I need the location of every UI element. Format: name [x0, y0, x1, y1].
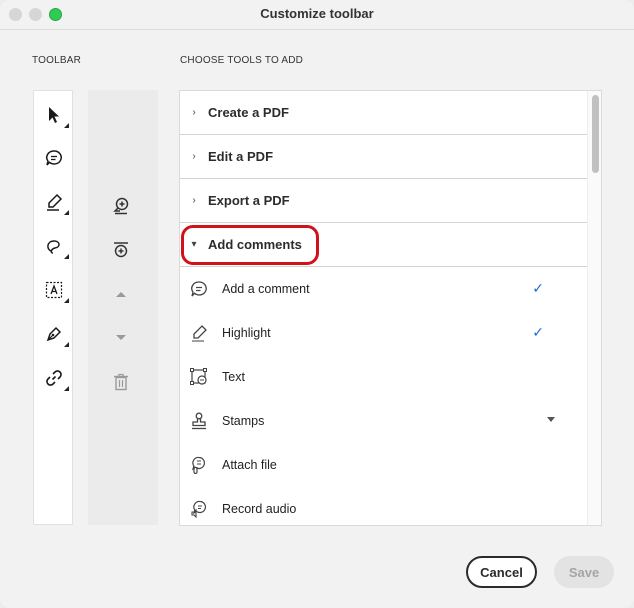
- tool-highlight[interactable]: Highlight ✓: [180, 311, 588, 355]
- vertical-scrollbar[interactable]: [587, 91, 601, 525]
- tool-label: Add a comment: [222, 282, 310, 296]
- draw-loop-icon[interactable]: [43, 235, 69, 259]
- tool-add-comment[interactable]: Add a comment ✓: [180, 267, 588, 311]
- comment-icon[interactable]: [43, 147, 65, 169]
- text-icon: [187, 365, 211, 389]
- category-label: Edit a PDF: [208, 149, 274, 164]
- current-toolbar-list: [33, 90, 73, 525]
- highlight-icon[interactable]: [43, 191, 69, 215]
- scrollbar-thumb[interactable]: [592, 95, 599, 173]
- link-icon[interactable]: [43, 367, 69, 391]
- category-label: Create a PDF: [208, 105, 289, 120]
- stamp-icon: [187, 409, 211, 433]
- select-icon[interactable]: [43, 104, 69, 128]
- attach-file-icon: [187, 453, 211, 477]
- category-label: Export a PDF: [208, 193, 290, 208]
- record-audio-icon: [187, 497, 211, 521]
- category-export-pdf[interactable]: › Export a PDF: [180, 179, 588, 223]
- customize-toolbar-dialog: Customize toolbar TOOLBAR CHOOSE TOOLS T…: [0, 0, 634, 608]
- cancel-button[interactable]: Cancel: [466, 556, 537, 588]
- tool-label: Stamps: [222, 414, 265, 428]
- tool-label: Record audio: [222, 502, 297, 516]
- toolbar-section-label: TOOLBAR: [32, 55, 82, 66]
- delete-icon[interactable]: [109, 370, 133, 394]
- move-up-icon[interactable]: [109, 282, 133, 306]
- dropdown-arrow-icon[interactable]: [547, 417, 555, 422]
- tool-stamps[interactable]: Stamps: [180, 399, 588, 443]
- tool-label: Highlight: [222, 326, 271, 340]
- move-down-icon[interactable]: [109, 326, 133, 350]
- fill-sign-icon[interactable]: [43, 323, 69, 347]
- window-title: Customize toolbar: [260, 6, 374, 21]
- toolbar-actions: [88, 90, 158, 525]
- category-create-pdf[interactable]: › Create a PDF: [180, 91, 588, 135]
- add-separator-icon[interactable]: [109, 238, 133, 262]
- chevron-right-icon: ›: [192, 151, 196, 162]
- highlight-icon: [187, 321, 211, 345]
- category-edit-pdf[interactable]: › Edit a PDF: [180, 135, 588, 179]
- title-bar: Customize toolbar: [0, 0, 634, 30]
- text-box-icon[interactable]: [43, 279, 69, 303]
- tool-label: Attach file: [222, 458, 277, 472]
- tool-record-audio[interactable]: Record audio: [180, 487, 588, 525]
- chevron-right-icon: ›: [192, 107, 196, 118]
- chevron-right-icon: ›: [192, 195, 196, 206]
- tool-attach-file[interactable]: Attach file: [180, 443, 588, 487]
- checkmark-icon: ✓: [532, 324, 544, 340]
- checkmark-icon: ✓: [532, 280, 544, 296]
- annotation-highlight-ring: [181, 225, 319, 265]
- tool-text[interactable]: Text: [180, 355, 588, 399]
- tools-list-panel: › Create a PDF › Edit a PDF › Export a P…: [179, 90, 602, 526]
- comment-icon: [187, 277, 211, 301]
- save-button[interactable]: Save: [554, 556, 614, 588]
- choose-tools-section-label: CHOOSE TOOLS TO ADD: [180, 55, 304, 66]
- add-tool-icon[interactable]: [109, 194, 133, 218]
- tool-label: Text: [222, 370, 245, 384]
